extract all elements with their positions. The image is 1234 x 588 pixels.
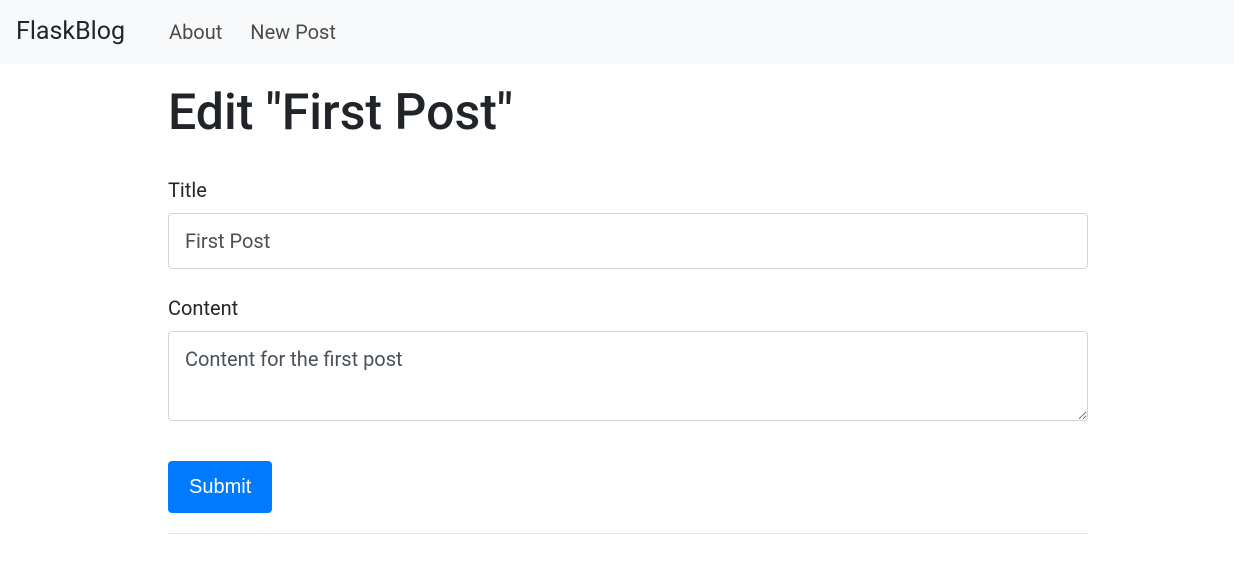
title-group: Title	[168, 175, 1088, 269]
brand-link[interactable]: FlaskBlog	[16, 8, 125, 56]
content-textarea[interactable]: Content for the first post	[168, 331, 1088, 421]
navbar: FlaskBlog About New Post	[0, 0, 1234, 64]
content-group: Content Content for the first post	[168, 293, 1088, 421]
main-container: Edit "First Post" Title Content Content …	[0, 76, 1234, 534]
divider	[168, 533, 1088, 534]
content-label: Content	[168, 293, 1088, 323]
title-input[interactable]	[168, 213, 1088, 269]
edit-post-form: Title Content Content for the first post…	[168, 175, 1088, 513]
nav-link-about[interactable]: About	[157, 9, 234, 55]
nav-link-new-post[interactable]: New Post	[238, 9, 348, 55]
submit-button[interactable]: Submit	[168, 461, 272, 513]
page-heading: Edit "First Post"	[168, 76, 1088, 151]
title-label: Title	[168, 175, 1088, 205]
